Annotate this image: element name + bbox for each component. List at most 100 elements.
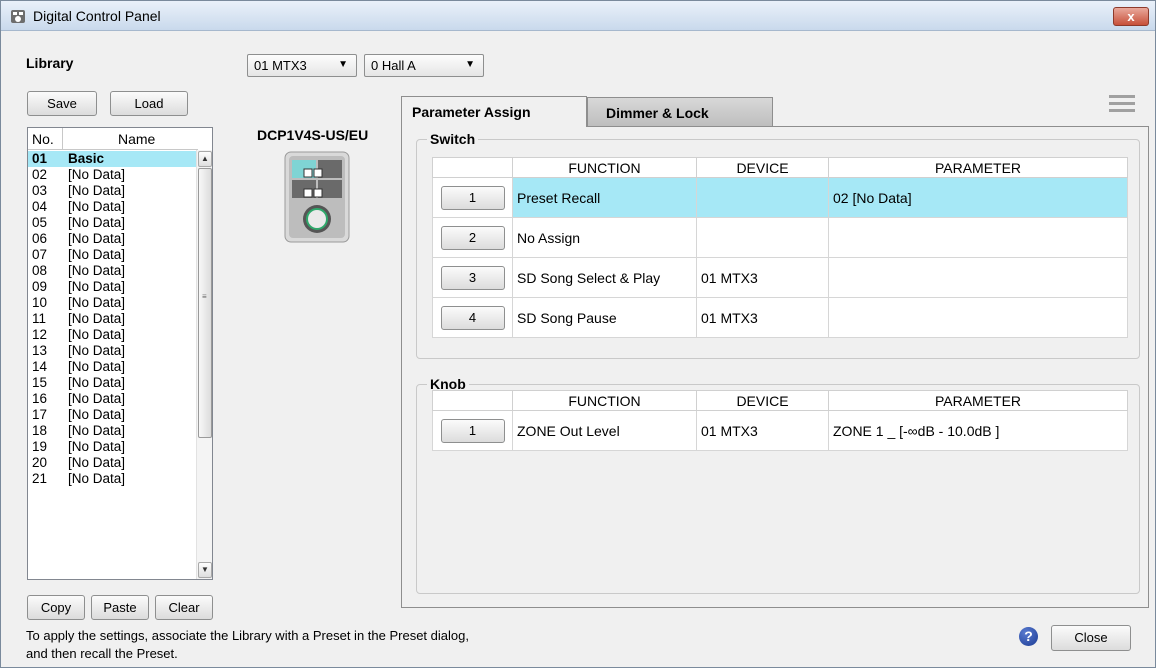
- column-header-device: DEVICE: [696, 390, 829, 411]
- library-row-name: [No Data]: [68, 295, 126, 310]
- library-row[interactable]: 20 [No Data]: [28, 455, 198, 471]
- scroll-up-icon[interactable]: ▲: [198, 151, 212, 167]
- library-row-name: [No Data]: [68, 327, 126, 342]
- library-row-name: [No Data]: [68, 455, 126, 470]
- library-rows: 01 Basic 02 [No Data] 03 [No Data] 04 [No Data]…: [28, 151, 198, 487]
- help-icon[interactable]: ?: [1019, 627, 1038, 646]
- library-row-name: [No Data]: [68, 279, 126, 294]
- library-row-name: [No Data]: [68, 167, 126, 182]
- row-button-cell: 3: [432, 257, 513, 298]
- library-row[interactable]: 05 [No Data]: [28, 215, 198, 231]
- library-scrollbar[interactable]: ▲ ≡ ▼: [196, 150, 212, 579]
- library-row-number: 21: [32, 471, 48, 486]
- library-row-name: [No Data]: [68, 375, 126, 390]
- switch-cell-device[interactable]: 01 MTX3: [696, 297, 829, 338]
- switch-cell-parameter[interactable]: [828, 297, 1128, 338]
- device-select-value: 01 MTX3: [254, 58, 307, 73]
- parameter-assign-panel: Switch FUNCTION DEVICE PARAMETER 1 Preset…: [401, 126, 1149, 608]
- column-header-function: FUNCTION: [512, 157, 697, 178]
- library-row[interactable]: 08 [No Data]: [28, 263, 198, 279]
- knob-cell-parameter[interactable]: ZONE 1 _ [-∞dB - 10.0dB ]: [828, 410, 1128, 451]
- switch-row[interactable]: 2 No Assign: [432, 217, 1128, 258]
- library-row[interactable]: 04 [No Data]: [28, 199, 198, 215]
- switch-assign-button[interactable]: 2: [440, 225, 505, 250]
- switch-assign-button[interactable]: 1: [440, 185, 505, 210]
- library-row-number: 05: [32, 215, 48, 230]
- library-row-number: 03: [32, 183, 48, 198]
- library-row-number: 19: [32, 439, 48, 454]
- library-row-name: [No Data]: [68, 199, 126, 214]
- scroll-down-icon[interactable]: ▼: [198, 562, 212, 578]
- library-row[interactable]: 21 [No Data]: [28, 471, 198, 487]
- switch-cell-function[interactable]: Preset Recall: [512, 177, 697, 218]
- library-row[interactable]: 14 [No Data]: [28, 359, 198, 375]
- digital-control-panel-window: Digital Control Panel x Library Save Loa…: [0, 0, 1156, 668]
- library-row-number: 15: [32, 375, 48, 390]
- library-row[interactable]: 07 [No Data]: [28, 247, 198, 263]
- library-row[interactable]: 10 [No Data]: [28, 295, 198, 311]
- library-row[interactable]: 19 [No Data]: [28, 439, 198, 455]
- tab-dimmer-lock[interactable]: Dimmer & Lock: [587, 97, 773, 127]
- footer-line-1: To apply the settings, associate the Lib…: [26, 628, 469, 643]
- switch-row[interactable]: 3 SD Song Select & Play 01 MTX3: [432, 257, 1128, 298]
- switch-cell-parameter[interactable]: 02 [No Data]: [828, 177, 1128, 218]
- switch-cell-device[interactable]: [696, 217, 829, 258]
- switch-cell-device[interactable]: [696, 177, 829, 218]
- scroll-thumb[interactable]: ≡: [198, 168, 212, 438]
- copy-button[interactable]: Copy: [27, 595, 85, 620]
- switch-cell-parameter[interactable]: [828, 257, 1128, 298]
- switch-cell-device[interactable]: 01 MTX3: [696, 257, 829, 298]
- library-row[interactable]: 18 [No Data]: [28, 423, 198, 439]
- app-icon: [11, 10, 25, 23]
- switch-cell-function[interactable]: SD Song Pause: [512, 297, 697, 338]
- save-button[interactable]: Save: [27, 91, 97, 116]
- library-row-number: 10: [32, 295, 48, 310]
- library-row[interactable]: 01 Basic: [28, 151, 198, 167]
- library-row[interactable]: 12 [No Data]: [28, 327, 198, 343]
- library-row-name: [No Data]: [68, 343, 126, 358]
- knob-assign-button[interactable]: 1: [440, 418, 505, 443]
- close-button[interactable]: Close: [1051, 625, 1131, 651]
- column-header-parameter: PARAMETER: [828, 157, 1128, 178]
- switch-cell-function[interactable]: SD Song Select & Play: [512, 257, 697, 298]
- library-row-name: [No Data]: [68, 471, 126, 486]
- row-button-cell: 4: [432, 297, 513, 338]
- library-row-name: [No Data]: [68, 183, 126, 198]
- library-row-number: 14: [32, 359, 48, 374]
- paste-button[interactable]: Paste: [91, 595, 149, 620]
- row-button-cell: 1: [432, 410, 513, 451]
- library-row[interactable]: 13 [No Data]: [28, 343, 198, 359]
- clear-button[interactable]: Clear: [155, 595, 213, 620]
- knob-row[interactable]: 1 ZONE Out Level 01 MTX3 ZONE 1 _ [-∞dB - 1…: [432, 410, 1128, 451]
- switch-cell-function[interactable]: No Assign: [512, 217, 697, 258]
- library-row[interactable]: 15 [No Data]: [28, 375, 198, 391]
- knob-cell-function[interactable]: ZONE Out Level: [512, 410, 697, 451]
- library-list[interactable]: No. Name 01 Basic 02 [No Data] 03 [No Data] 04…: [27, 127, 213, 580]
- switch-cell-parameter[interactable]: [828, 217, 1128, 258]
- library-row-number: 04: [32, 199, 48, 214]
- load-button[interactable]: Load: [110, 91, 188, 116]
- menu-icon[interactable]: [1109, 95, 1135, 112]
- library-row[interactable]: 03 [No Data]: [28, 183, 198, 199]
- switch-assign-button[interactable]: 4: [440, 305, 505, 330]
- window-close-button[interactable]: x: [1113, 7, 1149, 26]
- column-header-device: DEVICE: [696, 157, 829, 178]
- library-row[interactable]: 02 [No Data]: [28, 167, 198, 183]
- library-row[interactable]: 11 [No Data]: [28, 311, 198, 327]
- switch-assign-button[interactable]: 3: [440, 265, 505, 290]
- library-row[interactable]: 06 [No Data]: [28, 231, 198, 247]
- library-row[interactable]: 16 [No Data]: [28, 391, 198, 407]
- device-select[interactable]: 01 MTX3 ▼: [247, 54, 357, 77]
- row-button-cell: 1: [432, 177, 513, 218]
- knob-cell-device[interactable]: 01 MTX3: [696, 410, 829, 451]
- location-select[interactable]: 0 Hall A ▼: [364, 54, 484, 77]
- library-row-name: [No Data]: [68, 391, 126, 406]
- library-row-number: 13: [32, 343, 48, 358]
- switch-row[interactable]: 4 SD Song Pause 01 MTX3: [432, 297, 1128, 338]
- library-row-number: 06: [32, 231, 48, 246]
- location-select-value: 0 Hall A: [371, 58, 416, 73]
- tab-parameter-assign[interactable]: Parameter Assign: [401, 96, 587, 127]
- library-row[interactable]: 09 [No Data]: [28, 279, 198, 295]
- switch-row[interactable]: 1 Preset Recall 02 [No Data]: [432, 177, 1128, 218]
- library-row[interactable]: 17 [No Data]: [28, 407, 198, 423]
